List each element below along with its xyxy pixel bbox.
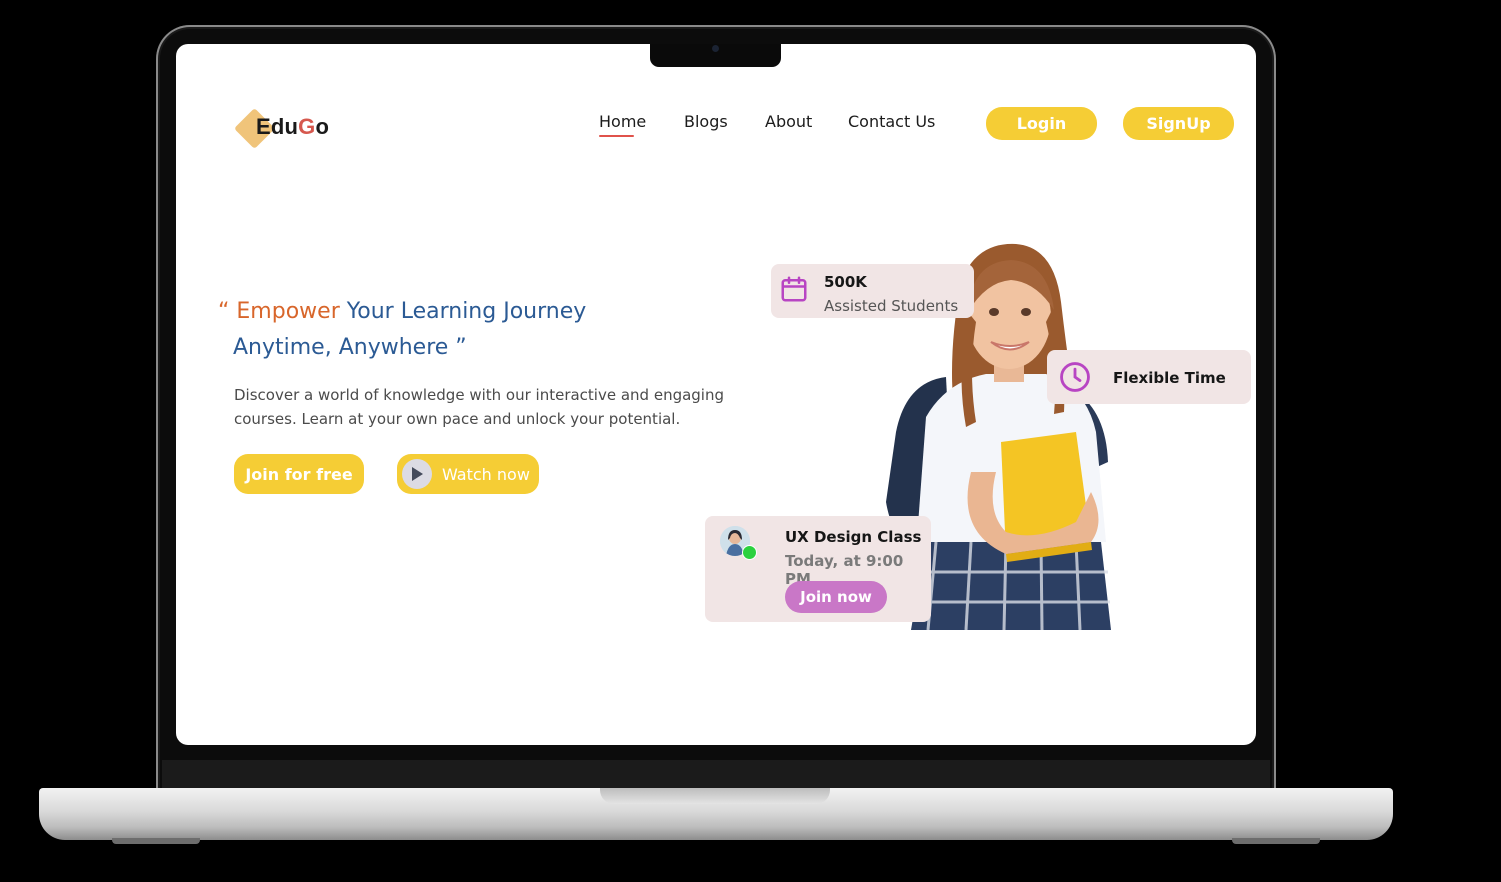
play-icon (402, 459, 432, 489)
laptop-bezel (162, 760, 1270, 790)
brand-logo[interactable]: EduGo (233, 106, 346, 150)
join-for-free-button[interactable]: Join for free (234, 454, 364, 494)
hero-highlight: Empower (236, 299, 340, 324)
students-count: 500K (824, 273, 867, 291)
join-now-button[interactable]: Join now (785, 581, 887, 613)
assisted-students-card: 500K Assisted Students (771, 264, 974, 318)
flexible-time-card: Flexible Time (1047, 350, 1251, 404)
laptop-foot-left (112, 838, 200, 844)
laptop-foot-right (1232, 838, 1320, 844)
students-label: Assisted Students (824, 297, 959, 315)
login-button[interactable]: Login (986, 107, 1097, 140)
flexible-time-label: Flexible Time (1113, 369, 1226, 387)
hero-heading: “ Empower Your Learning Journey Anytime,… (218, 299, 587, 360)
watch-now-label: Watch now (442, 464, 530, 484)
camera-icon (712, 45, 719, 52)
laptop-groove (600, 788, 830, 804)
website-screen: EduGo Home Blogs About Contact Us Login … (176, 44, 1256, 745)
nav-active-indicator (599, 135, 634, 137)
watch-now-button[interactable]: Watch now (397, 454, 539, 494)
nav-blogs[interactable]: Blogs (684, 112, 728, 131)
brand-name: EduGo (256, 114, 330, 139)
signup-button[interactable]: SignUp (1123, 107, 1234, 140)
nav-home[interactable]: Home (599, 112, 646, 131)
hero-description: Discover a world of knowledge with our i… (234, 386, 725, 428)
online-status-dot (742, 545, 757, 560)
class-title: UX Design Class (785, 528, 922, 546)
ux-class-card: UX Design Class Today, at 9:00 PM Join n… (705, 516, 931, 622)
nav-about[interactable]: About (765, 112, 812, 131)
nav-contact-us[interactable]: Contact Us (848, 112, 935, 131)
calendar-icon (781, 276, 807, 302)
clock-icon (1060, 362, 1090, 392)
